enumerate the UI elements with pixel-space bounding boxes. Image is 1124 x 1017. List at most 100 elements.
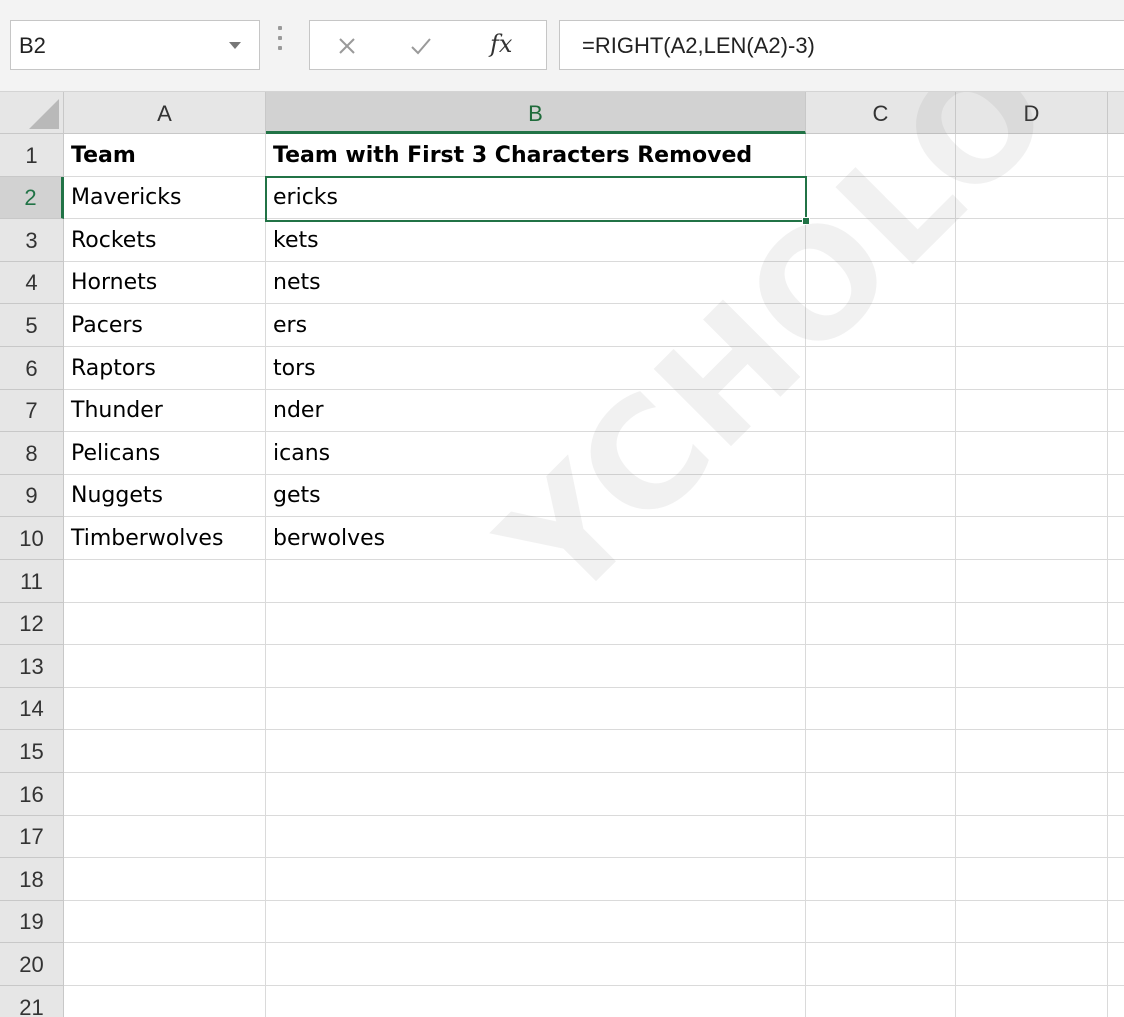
cell-b6[interactable]: tors [266,347,806,390]
select-all-button[interactable] [0,92,64,134]
cell-b10[interactable]: berwolves [266,517,806,560]
cell-c7[interactable] [806,390,956,432]
cell-a17[interactable] [64,816,266,858]
cell-b20[interactable] [266,943,806,986]
row-header-13[interactable]: 13 [0,645,64,688]
cell-b5[interactable]: ers [266,304,806,347]
cell-c14[interactable] [806,688,956,730]
cell-d14[interactable] [956,688,1108,730]
cell-e7[interactable] [1108,390,1124,432]
row-header-9[interactable]: 9 [0,475,64,517]
cell-b4[interactable]: nets [266,262,806,304]
column-header-e[interactable] [1108,92,1124,134]
formula-input[interactable]: =RIGHT(A2,LEN(A2)-3) [559,20,1124,70]
cell-d11[interactable] [956,560,1108,603]
cell-e9[interactable] [1108,475,1124,517]
cell-a15[interactable] [64,730,266,773]
cell-a9[interactable]: Nuggets [64,475,266,517]
row-header-12[interactable]: 12 [0,603,64,645]
cell-a12[interactable] [64,603,266,645]
cell-a14[interactable] [64,688,266,730]
cell-e19[interactable] [1108,901,1124,943]
cell-c10[interactable] [806,517,956,560]
cell-c18[interactable] [806,858,956,901]
cell-d21[interactable] [956,986,1108,1017]
cell-b19[interactable] [266,901,806,943]
column-header-b[interactable]: B [266,92,806,134]
cell-e6[interactable] [1108,347,1124,390]
cell-a3[interactable]: Rockets [64,219,266,262]
cell-b11[interactable] [266,560,806,603]
cell-b17[interactable] [266,816,806,858]
cell-e13[interactable] [1108,645,1124,688]
cell-c5[interactable] [806,304,956,347]
cell-e20[interactable] [1108,943,1124,986]
cell-d7[interactable] [956,390,1108,432]
cell-b1[interactable]: Team with First 3 Characters Removed [266,134,806,177]
cell-b16[interactable] [266,773,806,816]
cell-e18[interactable] [1108,858,1124,901]
cell-d4[interactable] [956,262,1108,304]
cell-c13[interactable] [806,645,956,688]
cell-c17[interactable] [806,816,956,858]
cell-e15[interactable] [1108,730,1124,773]
row-header-11[interactable]: 11 [0,560,64,603]
close-icon[interactable] [332,31,362,61]
cell-c20[interactable] [806,943,956,986]
chevron-down-icon[interactable] [229,42,241,49]
cell-a8[interactable]: Pelicans [64,432,266,475]
cell-b18[interactable] [266,858,806,901]
cell-d19[interactable] [956,901,1108,943]
insert-function-button[interactable]: fx [490,30,512,58]
row-header-6[interactable]: 6 [0,347,64,390]
row-header-16[interactable]: 16 [0,773,64,816]
cell-b8[interactable]: icans [266,432,806,475]
cell-a16[interactable] [64,773,266,816]
cell-b9[interactable]: gets [266,475,806,517]
cell-d1[interactable] [956,134,1108,177]
row-header-21[interactable]: 21 [0,986,64,1017]
cell-d9[interactable] [956,475,1108,517]
cell-a13[interactable] [64,645,266,688]
cell-d15[interactable] [956,730,1108,773]
cell-a6[interactable]: Raptors [64,347,266,390]
row-header-10[interactable]: 10 [0,517,64,560]
cell-c8[interactable] [806,432,956,475]
cell-e21[interactable] [1108,986,1124,1017]
cell-a20[interactable] [64,943,266,986]
row-header-3[interactable]: 3 [0,219,64,262]
cell-e5[interactable] [1108,304,1124,347]
cell-a18[interactable] [64,858,266,901]
row-header-17[interactable]: 17 [0,816,64,858]
cell-e3[interactable] [1108,219,1124,262]
cell-c11[interactable] [806,560,956,603]
cell-c19[interactable] [806,901,956,943]
cell-e16[interactable] [1108,773,1124,816]
cell-a10[interactable]: Timberwolves [64,517,266,560]
drag-handle-icon[interactable] [277,24,283,64]
cell-e14[interactable] [1108,688,1124,730]
cell-a21[interactable] [64,986,266,1017]
cell-e2[interactable] [1108,177,1124,219]
cell-c21[interactable] [806,986,956,1017]
cell-d2[interactable] [956,177,1108,219]
cell-a1[interactable]: Team [64,134,266,177]
cell-d16[interactable] [956,773,1108,816]
cell-d20[interactable] [956,943,1108,986]
cell-c1[interactable] [806,134,956,177]
cell-a4[interactable]: Hornets [64,262,266,304]
cell-d13[interactable] [956,645,1108,688]
cell-b21[interactable] [266,986,806,1017]
column-header-d[interactable]: D [956,92,1108,134]
cell-d8[interactable] [956,432,1108,475]
cell-c9[interactable] [806,475,956,517]
cell-a11[interactable] [64,560,266,603]
column-header-a[interactable]: A [64,92,266,134]
cell-c2[interactable] [806,177,956,219]
cell-e12[interactable] [1108,603,1124,645]
cell-c16[interactable] [806,773,956,816]
cell-d10[interactable] [956,517,1108,560]
cell-d18[interactable] [956,858,1108,901]
name-box[interactable]: B2 [10,20,260,70]
cell-c12[interactable] [806,603,956,645]
